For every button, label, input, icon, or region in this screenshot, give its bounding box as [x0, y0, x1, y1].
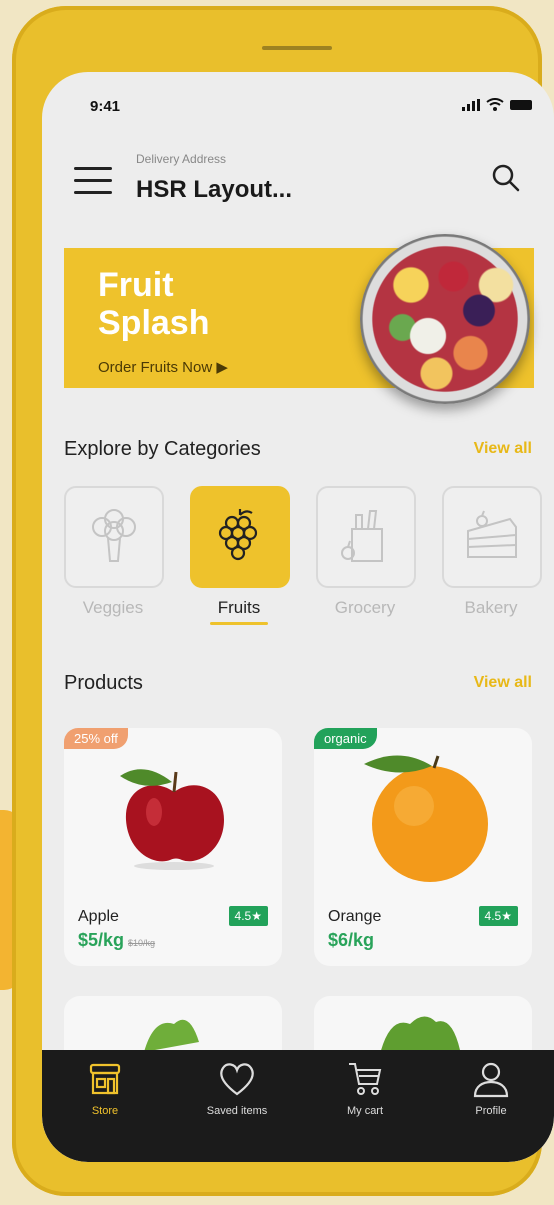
tab-my-cart[interactable]: My cart [320, 1060, 410, 1117]
tab-profile[interactable]: Profile [446, 1060, 536, 1117]
rating-badge: 4.5★ [228, 906, 268, 926]
bottom-tab-bar: Store Saved items My cart Profile [42, 1050, 554, 1162]
product-price: $5/kg $10/kg [78, 930, 156, 950]
rating-badge: 4.5★ [478, 906, 518, 926]
phone-frame: 9:41 Delivery Address HSR Layout... Frui… [12, 6, 554, 1196]
store-icon [89, 1063, 121, 1095]
product-name: Orange [328, 908, 382, 925]
delivery-address-label: Delivery Address [136, 152, 227, 166]
active-category-underline [210, 622, 268, 625]
tab-saved-items[interactable]: Saved items [192, 1060, 282, 1117]
wifi-icon [486, 98, 504, 111]
menu-icon[interactable] [74, 167, 112, 197]
category-label: Veggies [82, 598, 144, 617]
phone-speaker [262, 46, 332, 50]
fruit-plate-image [360, 234, 530, 404]
product-name: Apple [78, 908, 119, 925]
status-time: 9:41 [90, 98, 121, 115]
apple-image [120, 769, 224, 870]
category-fruits[interactable]: Fruits [190, 486, 290, 625]
banner-title: Fruit Splash [98, 266, 210, 342]
app-screen: 9:41 Delivery Address HSR Layout... Frui… [42, 72, 554, 1162]
category-label: Grocery [334, 598, 396, 617]
old-price: $10/kg [128, 938, 156, 948]
products-view-all[interactable]: View all [474, 674, 532, 692]
cart-icon [349, 1063, 382, 1095]
cake-slice-icon [467, 510, 517, 558]
order-fruits-link[interactable]: Order Fruits Now ▶ [98, 358, 228, 376]
leaf-image [380, 1016, 460, 1054]
category-bakery[interactable]: Bakery [442, 486, 542, 618]
categories-view-all[interactable]: View all [474, 440, 532, 458]
grocery-bag-icon [341, 510, 383, 562]
product-card-orange[interactable]: organic Orange $6/kg 4.5★ [314, 728, 532, 966]
battery-icon [510, 99, 532, 110]
category-label: Bakery [464, 598, 518, 617]
heart-icon [220, 1063, 254, 1096]
category-veggies[interactable]: Veggies [64, 486, 164, 618]
category-grocery[interactable]: Grocery [316, 486, 416, 618]
orange-image [364, 755, 488, 882]
products-title: Products [64, 672, 143, 694]
categories-title: Explore by Categories [64, 438, 261, 460]
discount-badge: 25% off [64, 728, 128, 749]
grapes-icon [218, 509, 258, 561]
product-card-apple[interactable]: 25% off Apple $5/kg $10/kg 4.5★ [64, 728, 282, 966]
tab-store[interactable]: Store [60, 1060, 150, 1117]
signal-icon [462, 98, 480, 111]
broccoli-icon [92, 509, 136, 562]
status-icons [462, 98, 532, 111]
product-price: $6/kg [328, 930, 375, 950]
category-label: Fruits [217, 598, 261, 617]
delivery-address-value[interactable]: HSR Layout... [136, 176, 292, 204]
profile-icon [473, 1062, 509, 1098]
leaf-image [144, 1019, 199, 1052]
search-icon[interactable] [490, 162, 522, 194]
